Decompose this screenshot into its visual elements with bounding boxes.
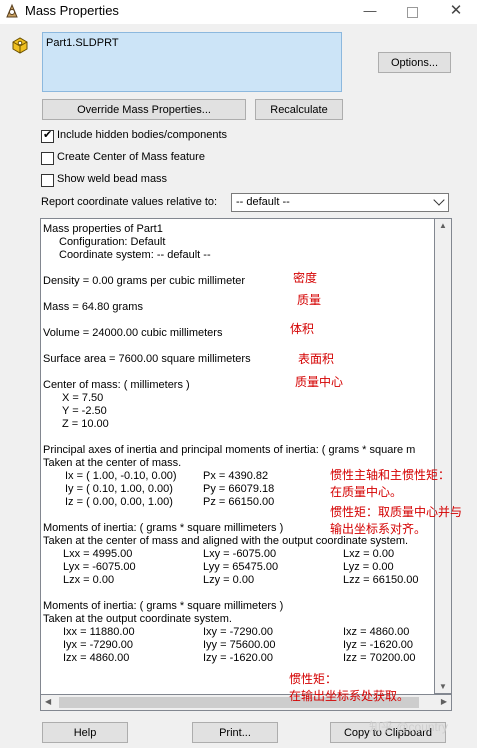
report-coordinates-label: Report coordinate values relative to: (41, 196, 218, 208)
override-mass-properties-button[interactable]: Override Mass Properties... (42, 99, 246, 120)
checkbox-box[interactable] (41, 152, 54, 165)
checkbox-label: Include hidden bodies/components (57, 129, 228, 141)
chevron-down-icon (433, 194, 445, 206)
coordinate-system-select[interactable]: -- default -- (231, 193, 449, 212)
moment-lzz: Lzz = 66150.00 (343, 574, 419, 586)
moment-ixx: Ixx = 11880.00 (63, 626, 135, 638)
annotation-surface-area: 表面积 (298, 352, 335, 366)
part-icon (12, 37, 28, 54)
options-button[interactable]: Options... (378, 52, 451, 73)
scroll-down-icon[interactable]: ▼ (439, 682, 447, 691)
moment-lxy: Lxy = -6075.00 (203, 548, 277, 560)
select-value: -- default -- (236, 196, 290, 208)
results-header: Mass properties of Part1 (43, 223, 163, 235)
principal-moment-pz: Pz = 66150.00 (203, 496, 275, 508)
moments-output-title: Moments of inertia: ( grams * square mil… (43, 600, 284, 612)
annotation-density: 密度 (293, 271, 318, 285)
results-configuration: Configuration: Default (59, 236, 166, 248)
moment-ixy: Ixy = -7290.00 (203, 626, 274, 638)
recalculate-button[interactable]: Recalculate (255, 99, 343, 120)
annotation-volume: 体积 (290, 322, 315, 336)
principal-axis-iy: Iy = ( 0.10, 1.00, 0.00) (65, 483, 173, 495)
selection-list[interactable]: Part1.SLDPRT (42, 32, 342, 92)
results-text-area[interactable]: Mass properties of Part1 Configuration: … (40, 218, 435, 711)
moment-izz: Izz = 70200.00 (343, 652, 416, 664)
moment-ixz: Ixz = 4860.00 (343, 626, 410, 638)
moment-lyx: Lyx = -6075.00 (63, 561, 136, 573)
principal-axes-subtitle: Taken at the center of mass. (43, 457, 182, 469)
surface-area-line: Surface area = 7600.00 square millimeter… (43, 353, 251, 365)
moment-iyz: Iyz = -1620.00 (343, 639, 414, 651)
checkbox-box[interactable] (41, 174, 54, 187)
moment-iyy: Iyy = 75600.00 (203, 639, 276, 651)
annotation-inertia-output-line1: 惯性矩： (289, 672, 338, 686)
mass-line: Mass = 64.80 grams (43, 301, 143, 313)
print-button[interactable]: Print... (192, 722, 278, 743)
annotation-inertia-output-line2: 在输出坐标系处获取。 (289, 689, 410, 703)
principal-moment-py: Py = 66079.18 (203, 483, 275, 495)
scroll-right-icon[interactable]: ▶ (441, 697, 447, 706)
checkmark-icon: ✔ (43, 129, 53, 141)
moment-lyz: Lyz = 0.00 (343, 561, 394, 573)
scroll-up-icon[interactable]: ▲ (439, 221, 447, 230)
moments-output-subtitle: Taken at the output coordinate system. (43, 613, 232, 625)
vertical-scrollbar[interactable]: ▲ ▼ (435, 218, 452, 694)
principal-axis-iz: Iz = ( 0.00, 0.00, 1.00) (65, 496, 173, 508)
annotation-principal-line1: 惯性主轴和主惯性矩： (330, 468, 451, 482)
density-line: Density = 0.00 grams per cubic millimete… (43, 275, 246, 287)
annotation-mass: 质量 (297, 293, 322, 307)
title-bar: Mass Properties — ✕ (0, 0, 477, 24)
annotation-center-of-mass: 质量中心 (295, 375, 344, 389)
scroll-left-icon[interactable]: ◀ (45, 697, 51, 706)
moment-lzy: Lzy = 0.00 (203, 574, 255, 586)
maximize-icon (406, 7, 418, 18)
principal-axes-title: Principal axes of inertia and principal … (43, 444, 416, 456)
checkbox-box[interactable]: ✔ (41, 129, 54, 143)
solidworks-icon (6, 3, 18, 18)
results-coordinate-system: Coordinate system: -- default -- (59, 249, 211, 261)
annotation-inertia-com-line1: 惯性矩：取质量中心并与 (330, 505, 463, 519)
selection-item[interactable]: Part1.SLDPRT (46, 37, 119, 49)
checkbox-label: Create Center of Mass feature (57, 151, 205, 163)
center-of-mass-x: X = 7.50 (62, 392, 104, 404)
annotation-inertia-com-line2: 输出坐标系对齐。 (330, 522, 427, 536)
center-of-mass-z: Z = 10.00 (62, 418, 109, 430)
moments-com-subtitle: Taken at the center of mass and aligned … (43, 535, 409, 547)
moment-lxz: Lxz = 0.00 (343, 548, 395, 560)
moment-iyx: Iyx = -7290.00 (63, 639, 134, 651)
volume-line: Volume = 24000.00 cubic millimeters (43, 327, 223, 339)
moment-lyy: Lyy = 65475.00 (203, 561, 279, 573)
moments-com-title: Moments of inertia: ( grams * square mil… (43, 522, 284, 534)
close-button[interactable]: ✕ (435, 0, 477, 24)
center-of-mass-y: Y = -2.50 (62, 405, 107, 417)
checkbox-label: Show weld bead mass (57, 173, 168, 185)
minimize-button[interactable]: — (349, 0, 391, 24)
principal-axis-ix: Ix = ( 1.00, -0.10, 0.00) (65, 470, 177, 482)
principal-moment-px: Px = 4390.82 (203, 470, 269, 482)
maximize-button[interactable] (391, 0, 433, 24)
center-of-mass-title: Center of mass: ( millimeters ) (43, 379, 190, 391)
window-title: Mass Properties (25, 3, 119, 18)
moment-lxx: Lxx = 4995.00 (63, 548, 133, 560)
annotation-principal-line2: 在质量中心。 (330, 485, 403, 499)
moment-izx: Izx = 4860.00 (63, 652, 130, 664)
moment-izy: Izy = -1620.00 (203, 652, 274, 664)
watermark: 知乎 @country (369, 720, 448, 734)
moment-lzx: Lzx = 0.00 (63, 574, 115, 586)
help-button[interactable]: Help (42, 722, 128, 743)
